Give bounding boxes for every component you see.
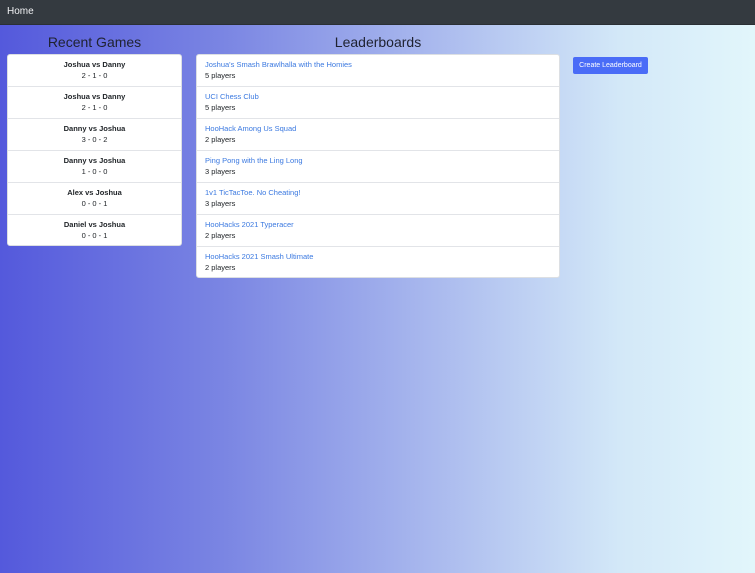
game-score: 2 - 1 - 0 [81, 71, 108, 80]
leaderboard-item: 1v1 TicTacToe. No Cheating! 3 players [197, 183, 559, 215]
game-score: 2 - 1 - 0 [81, 103, 108, 112]
game-item: Danny vs Joshua 3 - 0 - 2 [8, 119, 181, 151]
leaderboard-item: HooHacks 2021 Typeracer 2 players [197, 215, 559, 247]
game-item: Alex vs Joshua 0 - 0 - 1 [8, 183, 181, 215]
leaderboard-link[interactable]: UCI Chess Club [205, 92, 559, 102]
player-count: 3 players [205, 167, 236, 176]
game-score: 0 - 0 - 1 [81, 231, 108, 240]
leaderboard-item: HooHack Among Us Squad 2 players [197, 119, 559, 151]
home-link[interactable]: Home [7, 6, 34, 17]
game-item: Danny vs Joshua 1 - 0 - 0 [8, 151, 181, 183]
game-title: Danny vs Joshua [63, 124, 126, 133]
create-leaderboard-button[interactable]: Create Leaderboard [573, 57, 648, 74]
player-count: 2 players [205, 135, 236, 144]
leaderboards-list: Joshua's Smash Brawlhalla with the Homie… [196, 54, 560, 278]
game-score: 0 - 0 - 1 [81, 199, 108, 208]
game-title: Daniel vs Joshua [63, 220, 126, 229]
game-item: Joshua vs Danny 2 - 1 - 0 [8, 55, 181, 87]
leaderboards-title: Leaderboards [334, 34, 422, 50]
game-item: Daniel vs Joshua 0 - 0 - 1 [8, 215, 181, 245]
player-count: 5 players [205, 103, 236, 112]
top-navbar: Home [0, 0, 755, 25]
game-title: Joshua vs Danny [63, 60, 126, 69]
leaderboard-link[interactable]: HooHacks 2021 Smash Ultimate [205, 252, 559, 262]
leaderboard-link[interactable]: 1v1 TicTacToe. No Cheating! [205, 188, 559, 198]
leaderboard-item: UCI Chess Club 5 players [197, 87, 559, 119]
game-score: 1 - 0 - 0 [81, 167, 108, 176]
leaderboard-link[interactable]: Ping Pong with the Ling Long [205, 156, 559, 166]
leaderboard-item: Joshua's Smash Brawlhalla with the Homie… [197, 55, 559, 87]
recent-games-list: Joshua vs Danny 2 - 1 - 0 Joshua vs Dann… [7, 54, 182, 246]
game-score: 3 - 0 - 2 [81, 135, 108, 144]
game-title: Alex vs Joshua [67, 188, 122, 197]
game-item: Joshua vs Danny 2 - 1 - 0 [8, 87, 181, 119]
player-count: 2 players [205, 231, 236, 240]
game-title: Joshua vs Danny [63, 92, 126, 101]
leaderboard-link[interactable]: HooHacks 2021 Typeracer [205, 220, 559, 230]
leaderboard-item: Ping Pong with the Ling Long 3 players [197, 151, 559, 183]
leaderboard-item: HooHacks 2021 Smash Ultimate 2 players [197, 247, 559, 277]
player-count: 2 players [205, 263, 236, 272]
player-count: 3 players [205, 199, 236, 208]
leaderboard-link[interactable]: HooHack Among Us Squad [205, 124, 559, 134]
leaderboard-link[interactable]: Joshua's Smash Brawlhalla with the Homie… [205, 60, 559, 70]
player-count: 5 players [205, 71, 236, 80]
game-title: Danny vs Joshua [63, 156, 126, 165]
recent-games-title: Recent Games [47, 34, 142, 50]
